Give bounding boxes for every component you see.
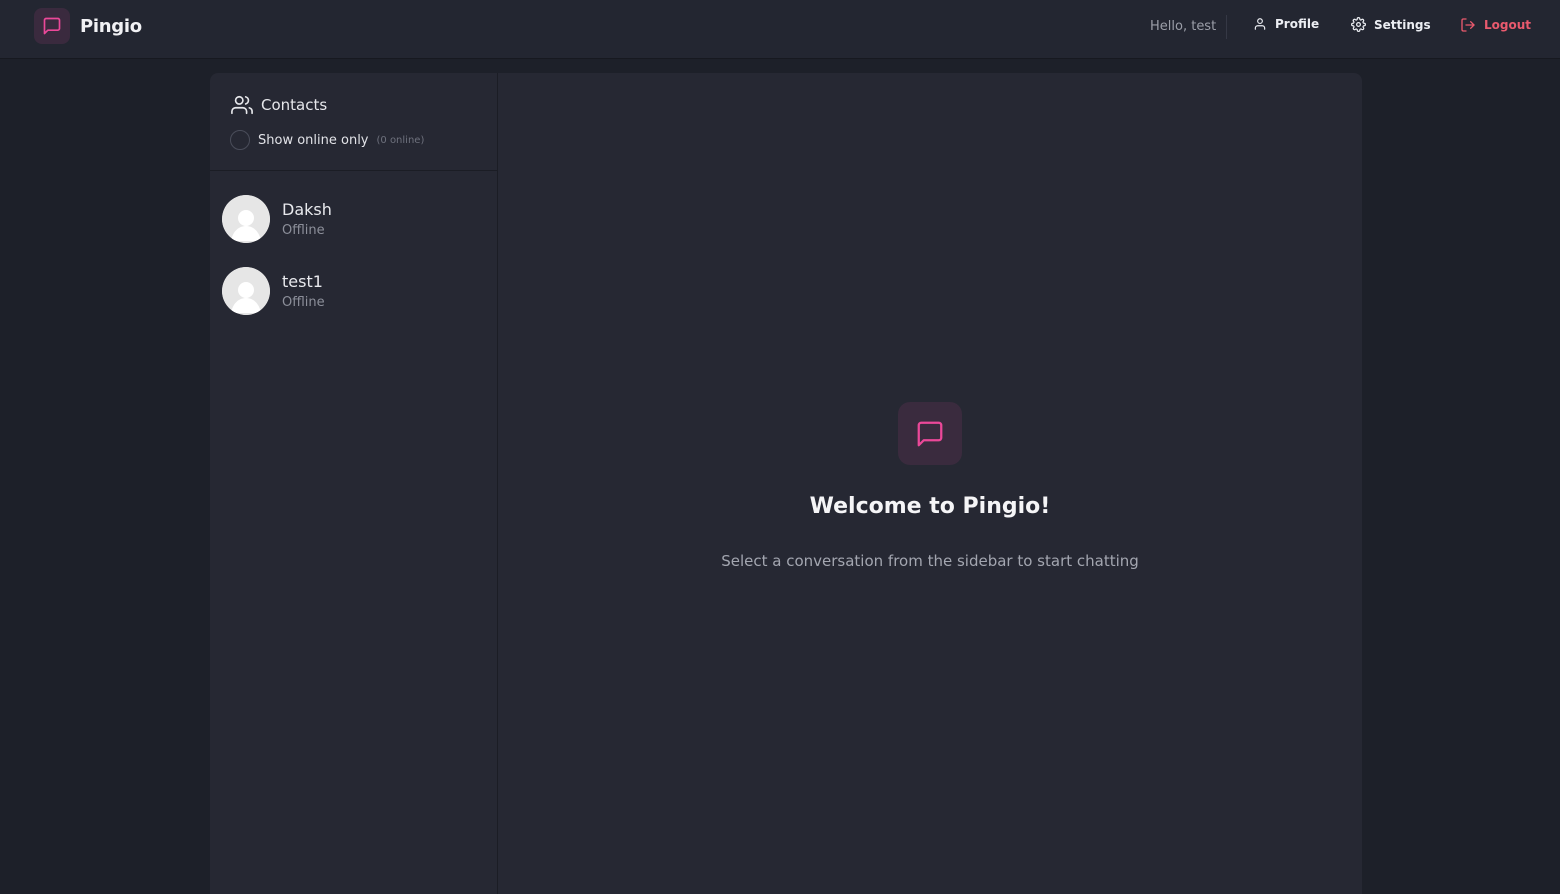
contacts-title: Contacts: [261, 96, 328, 114]
show-online-toggle[interactable]: Show online only (0 online): [230, 130, 424, 150]
online-count: (0 online): [376, 134, 425, 146]
chat-container: Contacts Show online only (0 online) Dak…: [210, 73, 1362, 894]
app-name: Pingio: [80, 15, 142, 37]
contact-item-test1[interactable]: test1 Offline: [210, 261, 497, 321]
contact-name: test1: [282, 272, 323, 291]
settings-button[interactable]: Settings: [1351, 17, 1431, 32]
contact-status: Offline: [282, 223, 325, 238]
contact-name: Daksh: [282, 200, 332, 219]
welcome-subtitle: Select a conversation from the sidebar t…: [721, 552, 1139, 570]
chat-bubble-icon: [898, 402, 962, 465]
sidebar-header: Contacts Show online only (0 online): [210, 73, 497, 171]
user-icon: [1254, 18, 1266, 30]
chat-main-area: Welcome to Pingio! Select a conversation…: [498, 73, 1362, 894]
contact-item-daksh[interactable]: Daksh Offline: [210, 189, 497, 249]
avatar: [222, 195, 270, 243]
users-icon: [231, 95, 253, 115]
logout-icon: [1461, 18, 1475, 32]
top-navbar: Pingio Hello, test Profile Settings Logo…: [0, 0, 1560, 59]
profile-label: Profile: [1275, 17, 1320, 31]
chat-bubble-icon: [34, 8, 70, 44]
brand[interactable]: Pingio: [34, 8, 142, 44]
logout-label: Logout: [1484, 18, 1532, 32]
show-online-checkbox[interactable]: [230, 130, 250, 150]
welcome-title: Welcome to Pingio!: [809, 494, 1051, 519]
greeting-text: Hello, test: [1150, 19, 1217, 34]
profile-button[interactable]: Profile: [1253, 17, 1319, 31]
contacts-heading: Contacts: [231, 94, 327, 116]
avatar: [222, 267, 270, 315]
show-online-label: Show online only: [258, 132, 369, 148]
logout-button[interactable]: Logout: [1460, 17, 1531, 33]
contact-status: Offline: [282, 295, 325, 310]
contacts-sidebar: Contacts Show online only (0 online) Dak…: [210, 73, 498, 894]
divider: [1226, 15, 1227, 39]
settings-label: Settings: [1374, 17, 1431, 32]
gear-icon: [1351, 17, 1366, 32]
